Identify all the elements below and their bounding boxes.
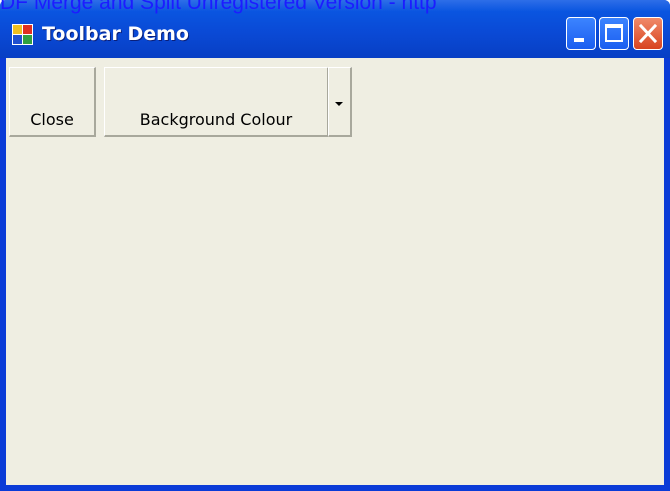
toolbar: Close Background Colour <box>6 58 664 142</box>
minimize-icon <box>574 38 584 42</box>
maximize-button[interactable] <box>599 17 629 50</box>
minimize-button[interactable] <box>566 17 596 50</box>
app-icon[interactable] <box>12 24 33 45</box>
close-button[interactable]: Close <box>9 67 96 137</box>
close-window-button[interactable] <box>633 17 663 50</box>
chevron-down-icon <box>335 102 343 106</box>
close-button-label: Close <box>30 110 74 129</box>
watermark-text: DF Merge and Split Unregistered Version … <box>0 0 437 14</box>
client-area: Close Background Colour <box>6 58 664 485</box>
window-title: Toolbar Demo <box>42 23 189 45</box>
background-colour-label: Background Colour <box>139 110 293 129</box>
background-colour-dropdown-button[interactable] <box>328 67 352 137</box>
application-window: Toolbar Demo Close Background Colour <box>0 0 670 491</box>
maximize-icon <box>605 24 623 42</box>
close-icon <box>638 23 658 44</box>
background-colour-button[interactable]: Background Colour <box>104 67 329 137</box>
